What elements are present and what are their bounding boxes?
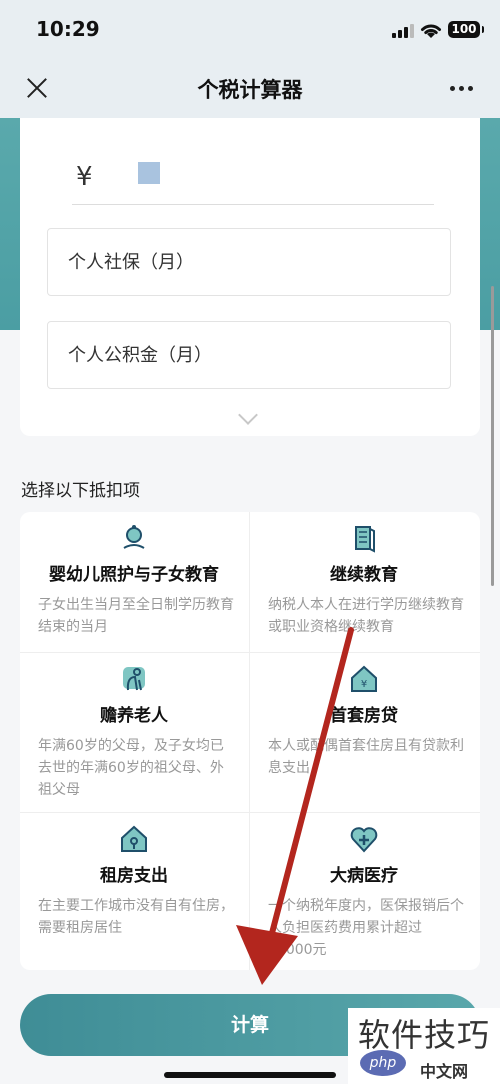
housing-fund-input[interactable]: 个人公积金（月） bbox=[47, 321, 451, 389]
deduction-continuing-education[interactable]: 继续教育 纳税人本人在进行学历继续教育或职业资格继续教育 bbox=[250, 512, 478, 662]
social-security-input[interactable]: 个人社保（月） bbox=[47, 228, 451, 296]
deduction-title: 婴幼儿照护与子女教育 bbox=[49, 565, 219, 585]
deduction-title: 赡养老人 bbox=[100, 706, 168, 726]
deduction-first-home-loan[interactable]: ¥ 首套房贷 本人或配偶首套住房且有贷款利息支出 bbox=[250, 653, 478, 803]
deduction-major-illness[interactable]: 大病医疗 一个纳税年度内，医保报销后个人负担医药费用累计超过15000元 bbox=[250, 813, 478, 963]
deduction-title: 大病医疗 bbox=[330, 866, 398, 886]
status-bar: 10:29 100 bbox=[0, 0, 500, 60]
house-loan-icon: ¥ bbox=[351, 665, 377, 692]
deduction-title: 继续教育 bbox=[330, 565, 398, 585]
book-icon bbox=[355, 526, 375, 553]
page-title: 个税计算器 bbox=[197, 78, 303, 102]
svg-text:¥: ¥ bbox=[361, 679, 367, 690]
deduction-title: 首套房贷 bbox=[330, 706, 398, 726]
rent-icon bbox=[121, 825, 147, 852]
battery-icon: 100 bbox=[448, 21, 484, 38]
medical-icon bbox=[350, 827, 378, 853]
deduction-desc: 子女出生当月至全日制学历教育结束的当月 bbox=[38, 597, 234, 635]
deductions-grid: 婴幼儿照护与子女教育 子女出生当月至全日制学历教育结束的当月 继续教育 纳税人本… bbox=[20, 512, 480, 970]
deductions-section-title: 选择以下抵扣项 bbox=[21, 481, 140, 501]
chevron-down-icon[interactable] bbox=[238, 405, 258, 425]
child-care-icon bbox=[123, 525, 145, 549]
deduction-desc: 年满60岁的父母，及子女均已去世的年满60岁的祖父母、外祖父母 bbox=[38, 738, 224, 798]
deduction-rent[interactable]: 租房支出 在主要工作城市没有自有住房，需要租房居住 bbox=[20, 813, 248, 963]
elder-icon bbox=[123, 667, 145, 691]
deduction-desc: 纳税人本人在进行学历继续教育或职业资格继续教育 bbox=[268, 597, 464, 635]
wifi-icon bbox=[421, 24, 441, 38]
nav-bar: 个税计算器 bbox=[0, 60, 500, 118]
more-options-icon[interactable] bbox=[448, 86, 476, 92]
deduction-desc: 一个纳税年度内，医保报销后个人负担医药费用累计超过15000元 bbox=[268, 898, 464, 958]
salary-input[interactable] bbox=[138, 162, 160, 184]
deduction-child-education[interactable]: 婴幼儿照护与子女教育 子女出生当月至全日制学历教育结束的当月 bbox=[20, 512, 248, 662]
deduction-title: 租房支出 bbox=[100, 866, 168, 886]
home-indicator bbox=[164, 1072, 336, 1078]
salary-input-underline bbox=[72, 204, 434, 205]
deduction-desc: 本人或配偶首套住房且有贷款利息支出 bbox=[268, 738, 464, 776]
deduction-desc: 在主要工作城市没有自有住房，需要租房居住 bbox=[38, 898, 234, 936]
watermark-text: 软件技巧 bbox=[358, 1016, 491, 1054]
watermark-site: 中文网 bbox=[420, 1062, 469, 1081]
deduction-elder-support[interactable]: 赡养老人 年满60岁的父母，及子女均已去世的年满60岁的祖父母、外祖父母 bbox=[20, 653, 248, 803]
income-form-card: ¥ 个人社保（月） 个人公积金（月） bbox=[20, 118, 480, 436]
watermark-php-logo: php bbox=[360, 1050, 406, 1076]
status-time: 10:29 bbox=[36, 17, 100, 41]
cellular-signal-icon bbox=[392, 24, 414, 38]
currency-symbol: ¥ bbox=[76, 162, 93, 192]
scrollbar[interactable] bbox=[491, 286, 494, 586]
